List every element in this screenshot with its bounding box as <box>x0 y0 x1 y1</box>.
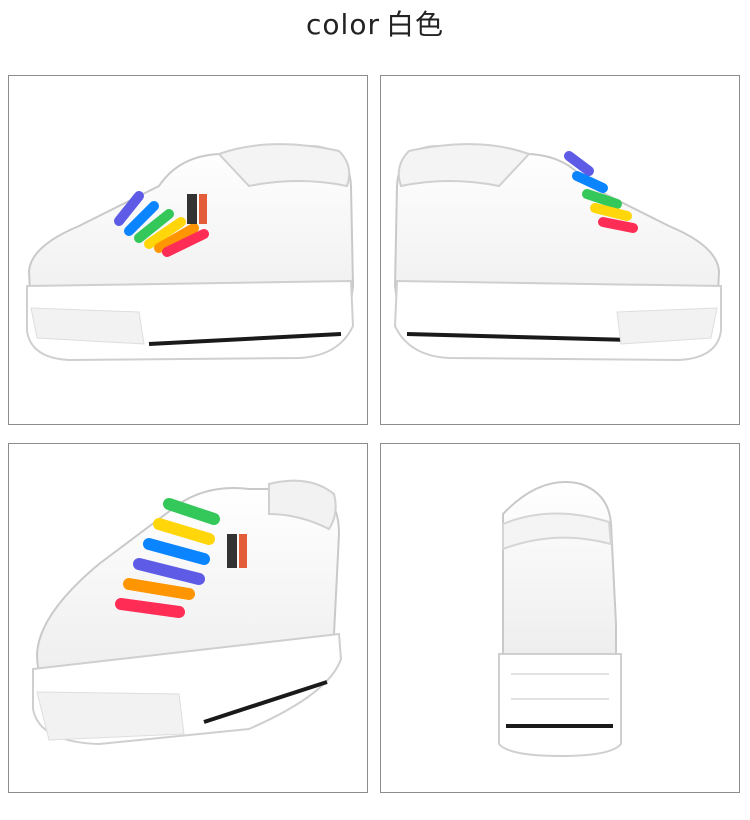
page-title: color 白色 <box>0 0 750 56</box>
shoe-photo-side-right <box>380 75 740 425</box>
shoe-photo-back <box>380 443 740 793</box>
shoe-side-right-icon <box>393 143 722 362</box>
shoe-photo-three-quarter <box>8 443 368 793</box>
title-color-value: 白色 <box>385 8 444 41</box>
shoe-side-left-icon <box>26 143 355 362</box>
shoe-photo-side-left <box>8 75 368 425</box>
shoe-back-icon <box>498 481 622 758</box>
shoe-three-quarter-icon <box>32 479 343 746</box>
title-color-label: color <box>306 8 380 41</box>
